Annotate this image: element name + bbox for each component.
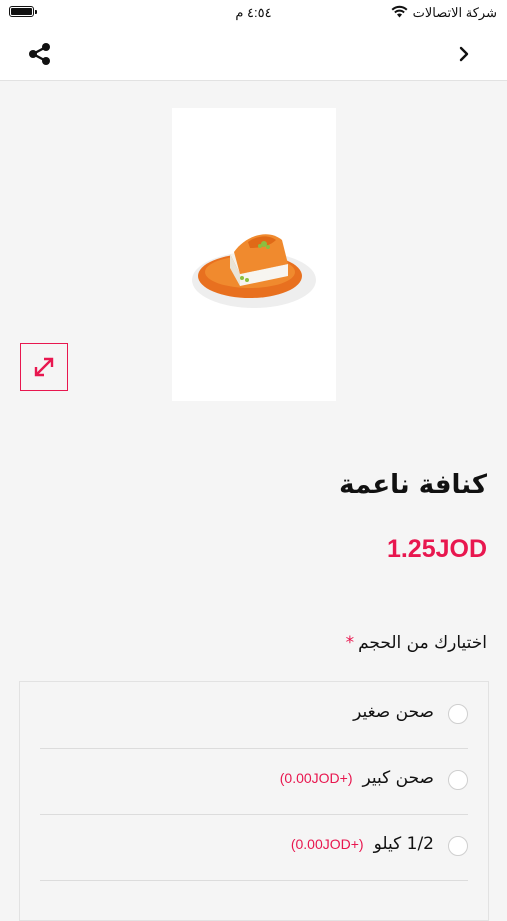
option-name: 1/2 كيلو [373, 834, 434, 854]
expand-icon [34, 357, 54, 377]
expand-image-button[interactable] [20, 343, 68, 391]
radio-button[interactable] [448, 770, 468, 790]
option-label: 1/2 كيلو (+0.00JOD) [291, 834, 434, 854]
option-name: صحن كبير [362, 768, 435, 788]
size-options-label: اختيارك من الحجم* [346, 633, 487, 653]
kunafa-dessert-image [192, 234, 316, 308]
option-label: صحن صغير [353, 702, 434, 722]
size-options-card: صحن صغير صحن كبير (+0.00JOD) 1/2 كيلو (+0.… [19, 681, 489, 921]
share-icon[interactable] [26, 40, 54, 68]
option-label: صحن كبير (+0.00JOD) [280, 768, 434, 788]
chevron-right-icon[interactable] [455, 43, 475, 65]
option-name: صحن صغير [353, 702, 434, 722]
size-option-half-kilo[interactable]: 1/2 كيلو (+0.00JOD) [40, 814, 468, 881]
carrier-name: شركة الاتصالات [412, 5, 497, 20]
required-marker: * [345, 633, 355, 653]
product-price: 1.25JOD [386, 535, 487, 563]
nav-bar [0, 28, 507, 81]
size-options-title: اختيارك من الحجم [358, 633, 487, 653]
option-price-extra: (+0.00JOD) [290, 836, 364, 852]
radio-button[interactable] [448, 836, 468, 856]
size-option-small-plate[interactable]: صحن صغير [40, 682, 468, 749]
size-option-large-plate[interactable]: صحن كبير (+0.00JOD) [40, 748, 468, 815]
wifi-icon [391, 5, 408, 18]
product-title: كنافة ناعمة [339, 470, 487, 500]
product-image-card[interactable] [172, 108, 336, 401]
option-price-extra: (+0.00JOD) [279, 770, 353, 786]
status-bar: ٤:٥٤ م شركة الاتصالات [0, 0, 507, 28]
radio-button[interactable] [448, 704, 468, 724]
